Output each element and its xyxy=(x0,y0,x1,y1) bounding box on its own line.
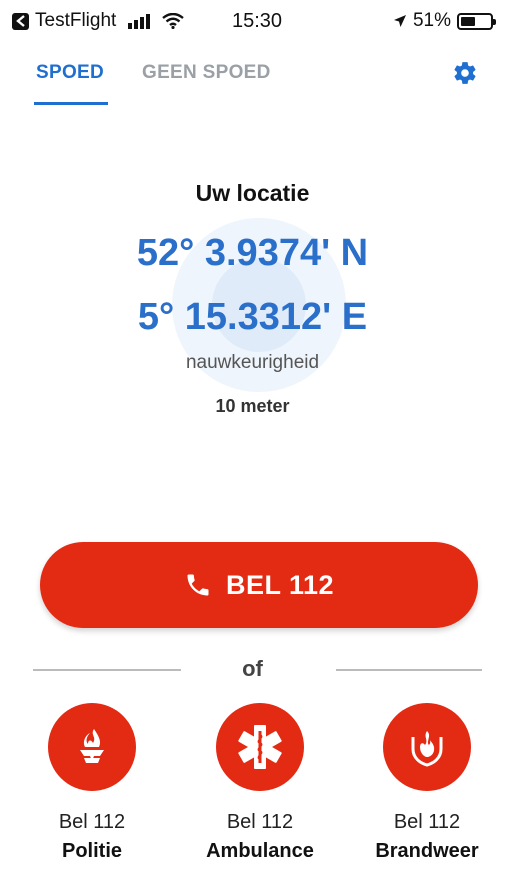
accuracy-label: nauwkeurigheid xyxy=(185,352,320,373)
tab-bar: SPOED GEEN SPOED xyxy=(0,56,505,106)
call-112-button[interactable]: BEL 112 xyxy=(40,542,478,628)
status-left: TestFlight xyxy=(12,10,185,32)
tab-geen-spoed[interactable]: GEEN SPOED xyxy=(142,62,271,84)
service-brandweer-name: Brandweer xyxy=(375,840,479,862)
gear-icon[interactable] xyxy=(452,60,478,86)
back-app-label[interactable]: TestFlight xyxy=(35,10,116,32)
politie-circle xyxy=(48,703,136,791)
service-brandweer-button[interactable]: Bel 112 Brandweer xyxy=(362,703,492,863)
service-ambulance-line1: Bel 112 xyxy=(226,811,294,833)
tab-spoed[interactable]: SPOED xyxy=(36,62,104,84)
active-tab-indicator xyxy=(34,102,108,105)
service-ambulance-name: Ambulance xyxy=(206,840,314,862)
back-to-app-button[interactable] xyxy=(12,12,29,30)
service-politie-name: Politie xyxy=(61,840,122,862)
service-politie-button[interactable]: Bel 112 Politie xyxy=(27,703,157,863)
battery-percent: 51% xyxy=(412,10,451,31)
status-bar: TestFlight 15:30 51% xyxy=(0,0,505,44)
fire-brigade-icon xyxy=(411,731,443,767)
phone-icon xyxy=(187,574,209,596)
accuracy-value: 10 meter xyxy=(215,396,290,416)
battery-nub xyxy=(493,18,496,25)
back-arrow-icon xyxy=(15,15,25,27)
divider-line-right xyxy=(336,669,482,671)
call-112-label: BEL 112 xyxy=(225,569,335,600)
ambulance-circle xyxy=(216,703,304,791)
service-politie-line1: Bel 112 xyxy=(58,811,126,833)
star-of-life-icon xyxy=(238,725,282,769)
cellular-signal-icon xyxy=(128,13,151,29)
wifi-icon xyxy=(162,13,185,29)
service-brandweer-line1: Bel 112 xyxy=(393,811,461,833)
battery-icon xyxy=(457,12,496,30)
service-ambulance-button[interactable]: Bel 112 Ambulance xyxy=(195,703,325,863)
status-right: 51% xyxy=(393,10,496,32)
status-time: 15:30 xyxy=(232,10,283,32)
battery-fill xyxy=(461,16,475,26)
longitude-value: 5° 15.3312' E xyxy=(137,296,368,338)
brandweer-circle xyxy=(383,703,471,791)
latitude-value: 52° 3.9374' N xyxy=(136,232,369,274)
location-arrow-icon xyxy=(393,15,406,27)
police-badge-icon xyxy=(80,729,104,763)
location-title: Uw locatie xyxy=(195,180,310,206)
